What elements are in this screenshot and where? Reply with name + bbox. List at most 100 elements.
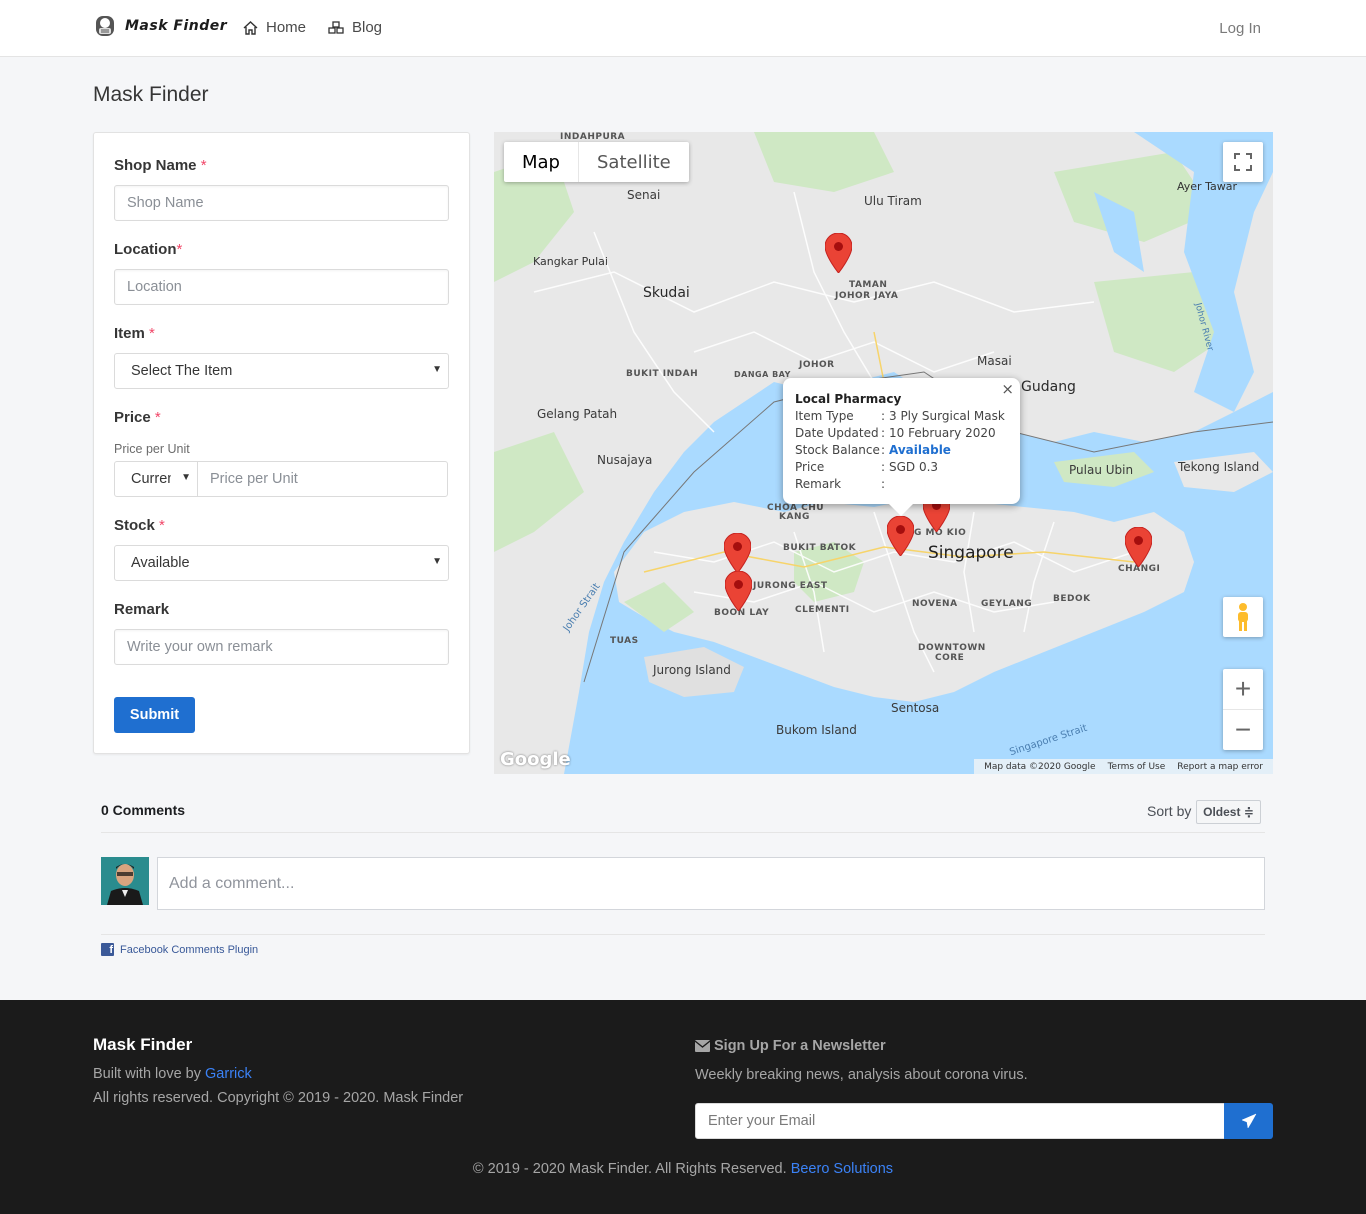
info-row: Stock Balance: Available: [795, 443, 951, 457]
map-attribution: Map data ©2020 Google Terms of Use Repor…: [974, 759, 1273, 774]
nav-home-label: Home: [266, 19, 307, 36]
comment-input[interactable]: Add a comment...: [157, 857, 1265, 910]
caret-down-icon: ▼: [432, 556, 442, 567]
price-label: Price *: [114, 409, 161, 426]
facebook-icon: f: [101, 943, 114, 956]
location-input[interactable]: [114, 269, 449, 305]
footer: Mask Finder Built with love by Garrick A…: [0, 1000, 1366, 1214]
item-select[interactable]: Select The Item ▼: [114, 353, 449, 389]
info-title: Local Pharmacy: [795, 392, 902, 406]
map-marker-icon[interactable]: [725, 571, 752, 611]
divider: [101, 832, 1265, 833]
newsletter-title-text: Sign Up For a Newsletter: [714, 1038, 886, 1054]
home-icon: [243, 20, 258, 35]
footer-rights: All rights reserved. Copyright © 2019 - …: [93, 1090, 464, 1106]
info-row: Item Type:3 Ply Surgical Mask: [795, 409, 1005, 423]
nav-blog-label: Blog: [352, 19, 383, 36]
map-marker-icon[interactable]: [887, 516, 914, 556]
paper-plane-icon: [1240, 1113, 1257, 1129]
mask-logo-icon: [96, 16, 114, 36]
map-label: CORE: [935, 653, 965, 663]
cubes-icon: [328, 20, 344, 34]
zoom-in-button[interactable]: +: [1223, 670, 1263, 710]
user-photo: [101, 857, 149, 905]
map-label: Ulu Tiram: [864, 194, 922, 208]
map-label: Pulau Ubin: [1069, 463, 1134, 477]
map-label: BUKIT INDAH: [626, 369, 699, 379]
map-label: Jurong Island: [653, 663, 731, 677]
footer-built: Built with love by Garrick: [93, 1066, 252, 1082]
facebook-plugin-label: Facebook Comments Plugin: [120, 943, 259, 956]
remark-input[interactable]: [114, 629, 449, 665]
stock-select-value: Available: [131, 555, 190, 571]
price-help: Price per Unit: [114, 442, 190, 456]
map-marker-icon[interactable]: [1125, 527, 1152, 567]
zoom-out-button[interactable]: −: [1223, 710, 1263, 750]
stock-label: Stock *: [114, 517, 165, 534]
sort-select[interactable]: Oldest ≑: [1196, 800, 1261, 824]
close-icon[interactable]: ×: [1001, 380, 1014, 398]
map[interactable]: INDAHPURA Senai Ulu Tiram Ayer Tawar Kan…: [494, 132, 1273, 774]
caret-down-icon: ▼: [432, 364, 442, 375]
info-row: Date Updated:10 February 2020: [795, 426, 996, 440]
currency-value: Currency: [131, 471, 171, 487]
map-label: Gelang Patah: [537, 407, 618, 421]
map-type-satellite-button[interactable]: Satellite: [579, 142, 689, 182]
newsletter-title: Sign Up For a Newsletter: [695, 1038, 886, 1054]
facebook-plugin-link[interactable]: f Facebook Comments Plugin: [101, 943, 258, 956]
map-label: GEYLANG: [981, 599, 1033, 609]
map-label: Skudai: [643, 285, 690, 301]
shop-name-label: Shop Name *: [114, 157, 207, 174]
pegman-icon: [1238, 603, 1248, 631]
footer-copyright: © 2019 - 2020 Mask Finder. All Rights Re…: [472, 1161, 894, 1177]
map-label: JOHOR JAYA: [835, 291, 899, 301]
map-label: Singapore: [928, 543, 1014, 563]
nav-blog[interactable]: Blog: [328, 19, 382, 36]
map-label: TAMAN: [849, 280, 888, 290]
report-error-link[interactable]: Report a map error: [1177, 762, 1263, 772]
newsletter-email-input[interactable]: [695, 1103, 1225, 1139]
info-row: Price: SGD 0.3: [795, 460, 939, 474]
author-link[interactable]: Garrick: [205, 1066, 252, 1082]
login-link[interactable]: Log In: [1219, 20, 1261, 37]
envelope-icon: [695, 1040, 710, 1052]
map-label: Bukom Island: [776, 723, 857, 737]
comments-count: 0 Comments: [101, 802, 186, 818]
newsletter-desc: Weekly breaking news, analysis about cor…: [695, 1067, 1028, 1083]
stock-select[interactable]: Available ▼: [114, 545, 449, 581]
footer-brand: Mask Finder: [93, 1035, 193, 1054]
map-label: DANGA BAY: [734, 370, 791, 379]
map-label: DOWNTOWN: [918, 643, 986, 653]
terms-link[interactable]: Terms of Use: [1108, 762, 1166, 772]
navbar: Mask Finder Home Blog Log In: [0, 0, 1366, 57]
map-label: JOHOR: [799, 360, 835, 370]
map-label: KANG: [779, 512, 810, 522]
shop-name-input[interactable]: [114, 185, 449, 221]
zoom-control: + −: [1223, 669, 1263, 750]
currency-select[interactable]: Currency ▼: [114, 461, 198, 497]
map-label: Senai: [627, 188, 661, 202]
map-label: JURONG EAST: [753, 581, 828, 591]
map-label: INDAHPURA: [560, 132, 626, 142]
map-label: Kangkar Pulai: [533, 255, 608, 268]
map-label: Sentosa: [891, 701, 940, 715]
submit-button[interactable]: Submit: [114, 697, 195, 733]
fullscreen-button[interactable]: [1223, 142, 1263, 182]
map-marker-icon[interactable]: [825, 233, 852, 273]
map-info-window: × Local Pharmacy Item Type:3 Ply Surgica…: [783, 378, 1020, 516]
street-view-button[interactable]: [1223, 597, 1263, 637]
nav-home[interactable]: Home: [243, 19, 306, 36]
caret-down-icon: ▼: [181, 472, 191, 483]
price-input[interactable]: [197, 461, 448, 497]
page-title: Mask Finder: [93, 83, 209, 106]
map-type-map-button[interactable]: Map: [504, 142, 579, 182]
map-label: TUAS: [610, 636, 639, 646]
info-row: Remark:: [795, 477, 886, 491]
google-logo[interactable]: Google: [500, 749, 571, 770]
newsletter-submit-button[interactable]: [1224, 1103, 1273, 1139]
avatar: [101, 857, 149, 905]
brand[interactable]: Mask Finder: [93, 12, 227, 40]
map-label: Gudang: [1021, 379, 1076, 395]
map-marker-icon[interactable]: [724, 533, 751, 573]
company-link[interactable]: Beero Solutions: [791, 1161, 893, 1177]
